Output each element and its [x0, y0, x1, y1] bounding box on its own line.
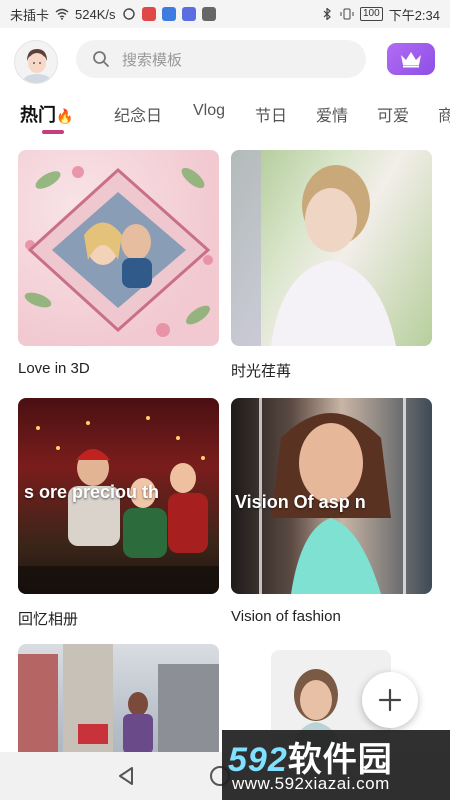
category-tabs: 热门🔥 纪念日 Vlog 节日 爱情 可爱 商 [0, 92, 450, 142]
active-tab-indicator [42, 130, 64, 134]
status-bar: 未插卡 524K/s 100 下午2:34 [0, 0, 450, 28]
love-frame-image [24, 166, 213, 337]
city-street-image [18, 644, 219, 754]
template-title: Love in 3D [18, 360, 90, 377]
app-notification-icon-4 [201, 7, 216, 21]
template-card[interactable]: s ore preciou th 回忆相册 [18, 398, 219, 629]
plus-icon [378, 688, 402, 712]
template-thumbnail[interactable]: s ore preciou th [18, 398, 219, 594]
fire-icon: 🔥 [56, 108, 74, 124]
template-title: 回忆相册 [18, 611, 79, 628]
app-notification-icon [141, 7, 156, 21]
search-icon [93, 51, 109, 67]
vibrate-icon [340, 8, 354, 20]
tab-more[interactable]: 商 [438, 102, 450, 126]
app-notification-icon-2 [161, 7, 176, 21]
tab-vlog[interactable]: Vlog [193, 102, 225, 120]
status-right: 100 下午2:34 [320, 5, 440, 24]
bluetooth-icon [323, 8, 331, 20]
header: 搜索模板 [0, 28, 450, 92]
tab-hot[interactable]: 热门🔥 [20, 101, 73, 127]
sync-icon [122, 8, 135, 20]
tab-anniversary[interactable]: 纪念日 [114, 102, 162, 126]
template-overlay-text: Vision Of asp n [235, 492, 366, 512]
template-overlay-text: s ore preciou th [24, 482, 160, 502]
watermark-url: www.592xiazai.com [232, 774, 390, 793]
tab-holiday[interactable]: 节日 [255, 102, 287, 126]
watermark: 592软件园 www.592xiazai.com [222, 730, 450, 800]
tab-label: 热门 [20, 105, 56, 125]
template-card[interactable]: Vision Of asp n Vision of fashion [231, 398, 432, 625]
back-icon[interactable] [116, 766, 136, 786]
tab-love[interactable]: 爱情 [316, 102, 348, 126]
user-avatar-icon [15, 41, 57, 83]
tab-cute[interactable]: 可爱 [377, 102, 409, 126]
app-notification-icon-3 [181, 7, 196, 21]
network-speed: 524K/s [75, 6, 116, 22]
template-card[interactable]: 时光荏苒 [231, 150, 432, 381]
crown-icon [401, 52, 421, 68]
search-input[interactable]: 搜索模板 [76, 40, 366, 78]
template-thumbnail[interactable] [231, 150, 432, 346]
wifi-icon [55, 8, 69, 20]
battery-indicator: 100 [360, 7, 383, 21]
avatar[interactable] [14, 40, 58, 84]
woman-portrait-image [231, 150, 396, 346]
status-left: 未插卡 524K/s [10, 5, 216, 24]
search-placeholder: 搜索模板 [122, 51, 183, 69]
clock: 下午2:34 [388, 7, 440, 23]
template-title: Vision of fashion [231, 608, 341, 625]
add-button[interactable] [362, 672, 418, 728]
template-thumbnail[interactable]: Vision Of asp n [231, 398, 432, 594]
template-title: 时光荏苒 [231, 363, 292, 380]
template-thumbnail[interactable] [18, 150, 219, 346]
carrier-text: 未插卡 [10, 7, 50, 23]
vip-button[interactable] [387, 43, 435, 75]
template-card[interactable]: Love in 3D [18, 150, 219, 377]
